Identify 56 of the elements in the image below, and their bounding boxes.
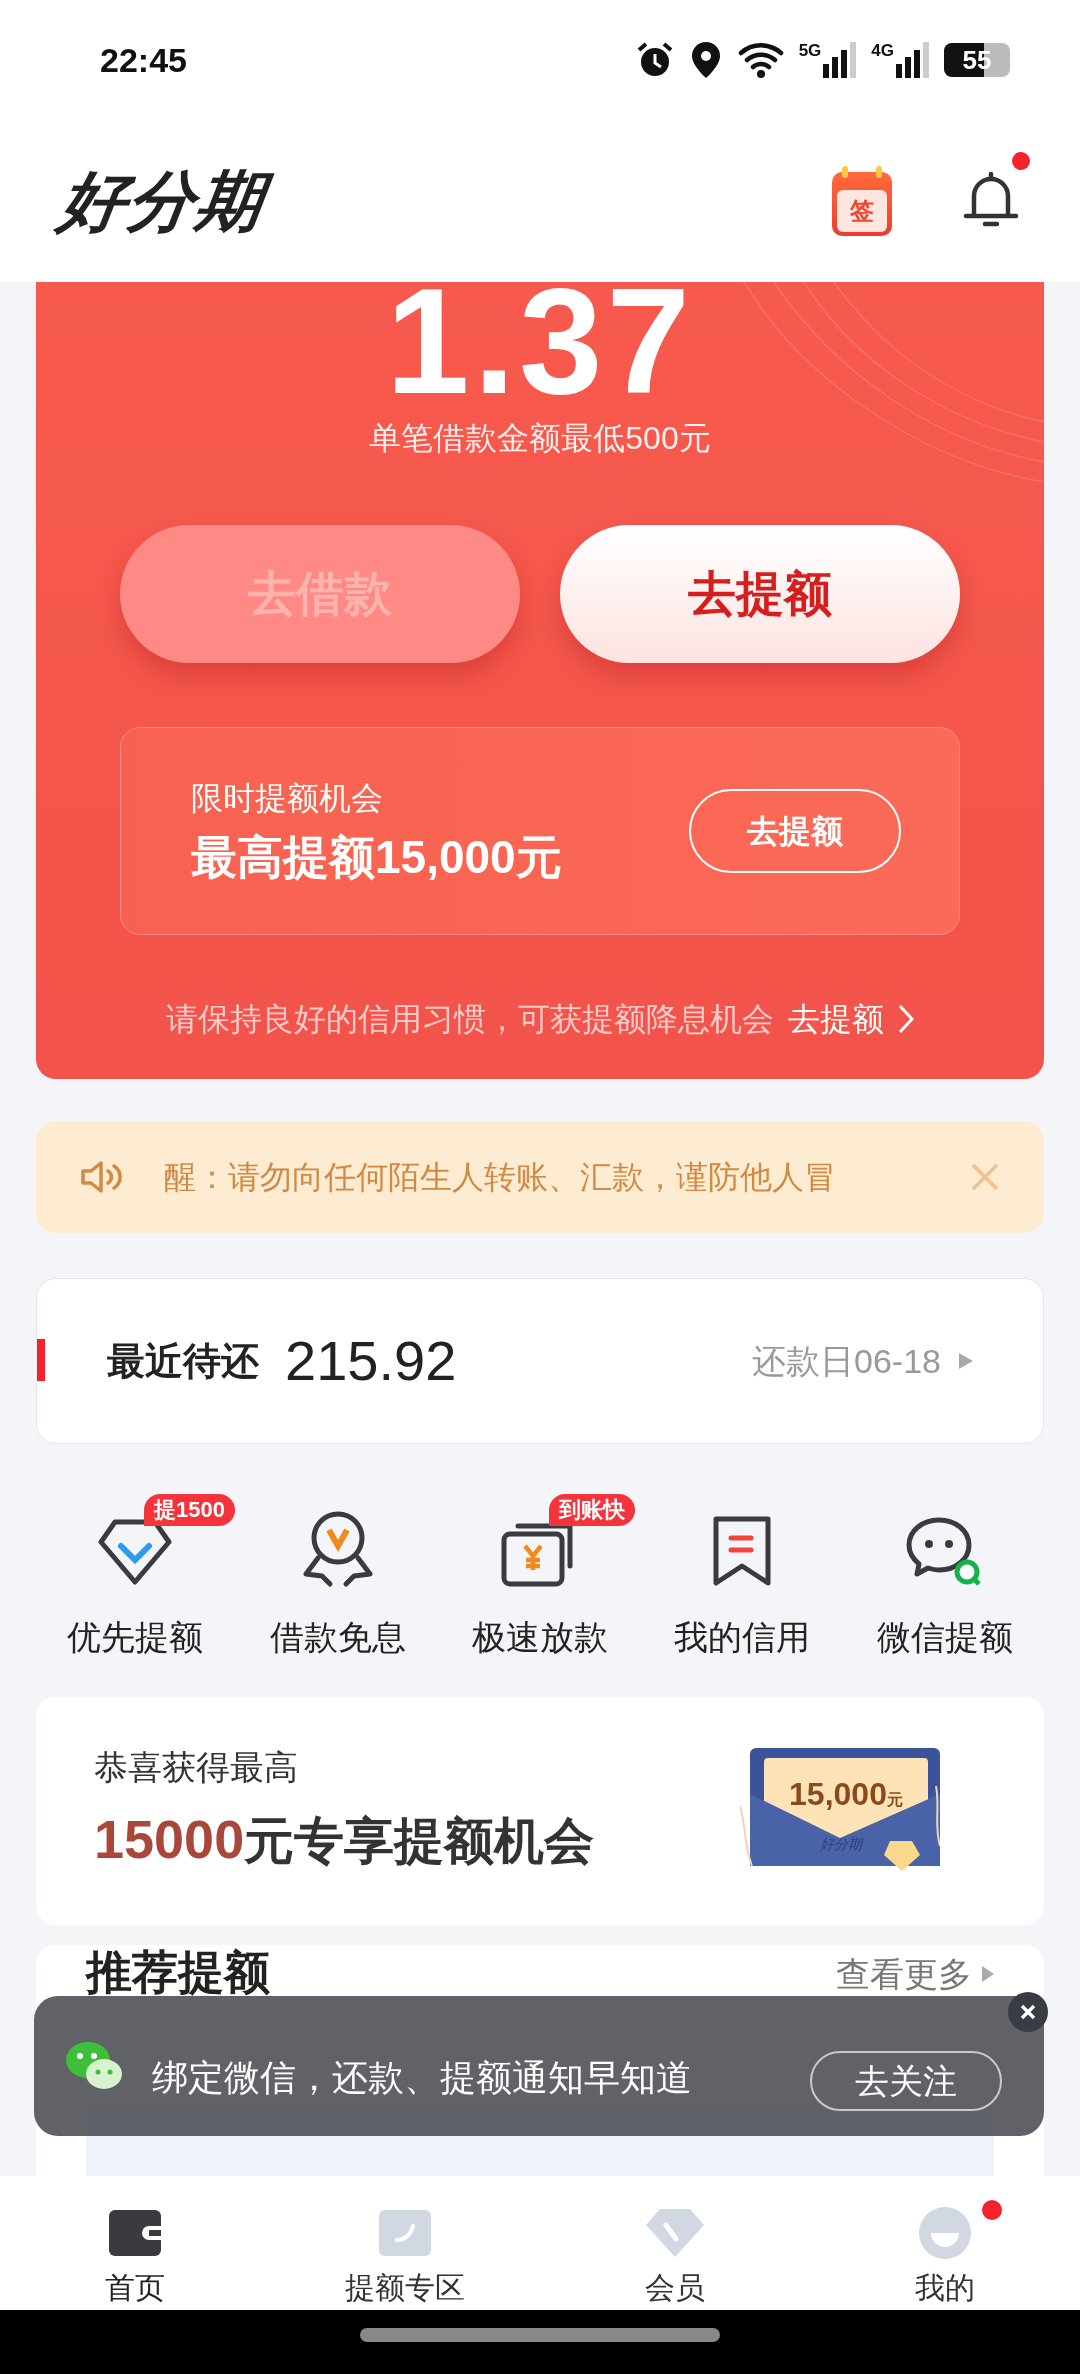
shortcut-label: 优先提额 <box>67 1617 204 1658</box>
play-arrow-icon <box>982 1966 994 1982</box>
diamond-icon <box>646 2209 704 2257</box>
envelope-amount: 15,000 <box>789 1775 887 1814</box>
promo-subtitle: 恭喜获得最高 <box>94 1747 299 1788</box>
wifi-icon <box>736 41 785 79</box>
card-icon <box>379 2210 431 2256</box>
shortcut-label: 极速放款 <box>472 1617 608 1658</box>
play-arrow-icon <box>959 1353 973 1369</box>
network-type: 4G <box>871 42 894 59</box>
wechat-icon <box>64 2040 124 2092</box>
network-type: 5G <box>798 42 822 59</box>
repayment-label: 最近待还 <box>107 1338 259 1384</box>
chevron-right-icon <box>898 1004 914 1034</box>
shortcut-item[interactable]: 我的信用 <box>641 1498 844 1663</box>
credit-habit-tip: 请保持良好的信用习惯，可获提额降息机会 <box>166 1000 774 1039</box>
wallet-icon <box>109 2210 161 2256</box>
raise-limit-button[interactable]: 去提额 <box>560 525 960 663</box>
smiley-icon <box>919 2207 971 2259</box>
shortcut-item[interactable]: 借款免息 <box>236 1498 439 1663</box>
safety-notice-text: 醒：请勿向任何陌生人转账、汇款，谨防他人冒 <box>164 1159 836 1195</box>
nav-label: 首页 <box>105 2270 165 2306</box>
follow-button[interactable]: 去关注 <box>810 2051 1002 2111</box>
credit-amount: 1.37 <box>386 282 694 416</box>
promo-amount: 15000 <box>94 1808 245 1871</box>
shortcut-badge: 到账快 <box>548 1494 635 1526</box>
nav-tab[interactable]: 我的 <box>810 2176 1080 2310</box>
due-date: 还款日06-18 <box>752 1340 941 1382</box>
nav-tab[interactable]: 会员 <box>540 2176 810 2310</box>
shortcut-label: 微信提额 <box>876 1617 1013 1658</box>
nav-label: 提额专区 <box>345 2270 465 2306</box>
offer-headline: 最高提额15,000元 <box>191 830 562 884</box>
minimum-loan-note: 单笔借款金额最低500元 <box>369 419 711 458</box>
shortcut-badge: 提1500 <box>144 1494 235 1526</box>
repayment-amount: 215.92 <box>285 1328 457 1394</box>
shortcut-label: 我的信用 <box>674 1617 811 1658</box>
speaker-icon <box>80 1159 124 1195</box>
view-more-link[interactable]: 查看更多 <box>836 1957 994 1991</box>
nav-tab[interactable]: 首页 <box>0 2176 270 2310</box>
shortcut-label: 借款免息 <box>269 1617 406 1658</box>
signal-icon <box>823 42 858 78</box>
toast-message: 绑定微信，还款、提额通知早知道 <box>152 2060 692 2096</box>
clock-time: 22:45 <box>100 39 187 81</box>
signal-icon <box>896 42 930 78</box>
repayment-card[interactable]: 最近待还 215.92 还款日06-18 <box>36 1278 1044 1444</box>
envelope-unit: 元 <box>886 1791 903 1808</box>
offer-title: 限时提额机会 <box>191 779 384 818</box>
nav-tab[interactable]: 提额专区 <box>270 2176 540 2310</box>
nav-label: 我的 <box>915 2270 975 2306</box>
shortcut-item[interactable]: 微信提额 <box>843 1498 1046 1663</box>
promo-title: 元专享提额机会 <box>244 1812 595 1871</box>
bookmark-icon <box>711 1514 774 1588</box>
recommend-title: 推荐提额 <box>86 1949 270 1995</box>
accent-marker <box>37 1339 45 1381</box>
close-icon[interactable] <box>1008 1992 1048 2032</box>
nav-label: 会员 <box>645 2270 705 2306</box>
